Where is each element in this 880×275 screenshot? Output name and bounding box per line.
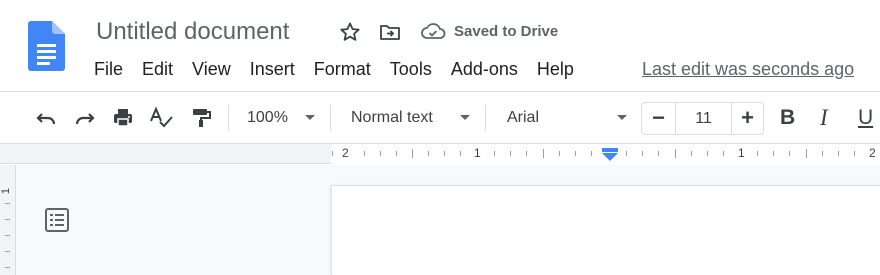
ruler-tick: [575, 151, 576, 156]
ruler-tick: [806, 149, 807, 158]
menu-help[interactable]: Help: [527, 56, 583, 82]
move-to-folder-icon[interactable]: [378, 20, 402, 44]
vertical-ruler-label: 1: [0, 187, 13, 195]
ruler-tick: [412, 149, 413, 158]
cloud-saved-icon[interactable]: [420, 20, 446, 44]
redo-button[interactable]: [72, 106, 98, 130]
toolbar-separator: [330, 105, 331, 131]
ruler-label: 2: [869, 146, 876, 160]
docs-logo-icon[interactable]: [28, 21, 65, 71]
spellcheck-icon: [150, 106, 173, 128]
ruler-tick: [658, 151, 659, 156]
font-size-input[interactable]: 11: [676, 103, 731, 134]
star-icon[interactable]: [338, 20, 362, 44]
ruler-tick: [543, 149, 544, 158]
ruler-tick: [691, 151, 692, 156]
ruler-tick: [494, 151, 495, 156]
undo-button[interactable]: [33, 106, 59, 130]
redo-icon: [75, 113, 95, 125]
last-edit-link[interactable]: Last edit was seconds ago: [642, 57, 854, 81]
ruler-tick: [380, 151, 381, 156]
ruler-tick: [559, 151, 560, 156]
ruler-tick: [757, 151, 758, 156]
paint-format-button[interactable]: [188, 106, 214, 130]
increase-font-size-button[interactable]: +: [731, 103, 763, 134]
menu-view[interactable]: View: [182, 56, 240, 82]
menu-add-ons[interactable]: Add-ons: [441, 56, 527, 82]
style-chevron-down-icon[interactable]: [460, 115, 470, 120]
ruler-tick: [642, 151, 643, 156]
menu-format[interactable]: Format: [304, 56, 380, 82]
spellcheck-button[interactable]: [149, 106, 175, 130]
ruler-tick: [838, 151, 839, 156]
paragraph-style-select[interactable]: Normal text: [351, 107, 433, 129]
font-family-select[interactable]: Arial: [507, 107, 539, 129]
ruler-tick: [460, 151, 461, 156]
ruler-tick: [5, 203, 10, 204]
print-button[interactable]: [110, 106, 136, 130]
ruler-tick: [626, 151, 627, 156]
header: Untitled document Saved to Drive File Ed…: [0, 0, 880, 91]
toolbar: 100% Normal text Arial − 11 + B I U: [0, 91, 880, 144]
ruler-tick: [444, 151, 445, 156]
ruler-tick: [707, 151, 708, 156]
paint-format-icon: [193, 109, 211, 127]
ruler-tick: [591, 151, 592, 156]
ruler-tick: [789, 151, 790, 156]
bold-button[interactable]: B: [780, 104, 795, 132]
outline-icon[interactable]: [43, 207, 71, 233]
ruler-tick: [364, 151, 365, 156]
toolbar-separator: [485, 105, 486, 131]
menu-file[interactable]: File: [84, 56, 132, 82]
ruler-tick: [526, 151, 527, 156]
ruler-tick: [5, 219, 10, 220]
ruler-label: 1: [738, 146, 745, 160]
ruler-tick: [5, 251, 10, 252]
print-icon: [114, 109, 132, 127]
font-chevron-down-icon[interactable]: [617, 115, 627, 120]
menu-edit[interactable]: Edit: [132, 56, 182, 82]
save-status: Saved to Drive: [454, 23, 559, 40]
ruler-tick: [428, 151, 429, 156]
zoom-chevron-down-icon[interactable]: [305, 115, 315, 120]
document-page[interactable]: [331, 185, 880, 275]
ruler-tick: [723, 151, 724, 156]
ruler-tick: [773, 151, 774, 156]
ruler-tick: [332, 151, 333, 156]
italic-button[interactable]: I: [820, 104, 828, 132]
ruler-tick: [675, 149, 676, 158]
underline-button[interactable]: U: [858, 104, 873, 132]
ruler-tick: [5, 267, 10, 268]
font-size-control: − 11 +: [641, 102, 764, 135]
ruler-label: 1: [474, 146, 481, 160]
toolbar-separator: [228, 105, 229, 131]
menu-tools[interactable]: Tools: [380, 56, 441, 82]
menu-insert[interactable]: Insert: [240, 56, 304, 82]
ruler-tick: [510, 151, 511, 156]
zoom-select[interactable]: 100%: [247, 107, 288, 129]
horizontal-ruler: 2 1 1 2: [0, 144, 880, 164]
decrease-font-size-button[interactable]: −: [642, 103, 676, 134]
ruler-tick: [854, 151, 855, 156]
vertical-ruler: 1: [0, 165, 16, 275]
ruler-tick: [5, 235, 10, 236]
menu-bar: File Edit View Insert Format Tools Add-o…: [84, 56, 583, 82]
ruler-tick: [396, 151, 397, 156]
ruler-tick: [822, 151, 823, 156]
document-title[interactable]: Untitled document: [96, 17, 289, 47]
ruler-label: 2: [342, 146, 349, 160]
indent-marker-icon[interactable]: [601, 148, 619, 162]
undo-icon: [36, 113, 56, 125]
